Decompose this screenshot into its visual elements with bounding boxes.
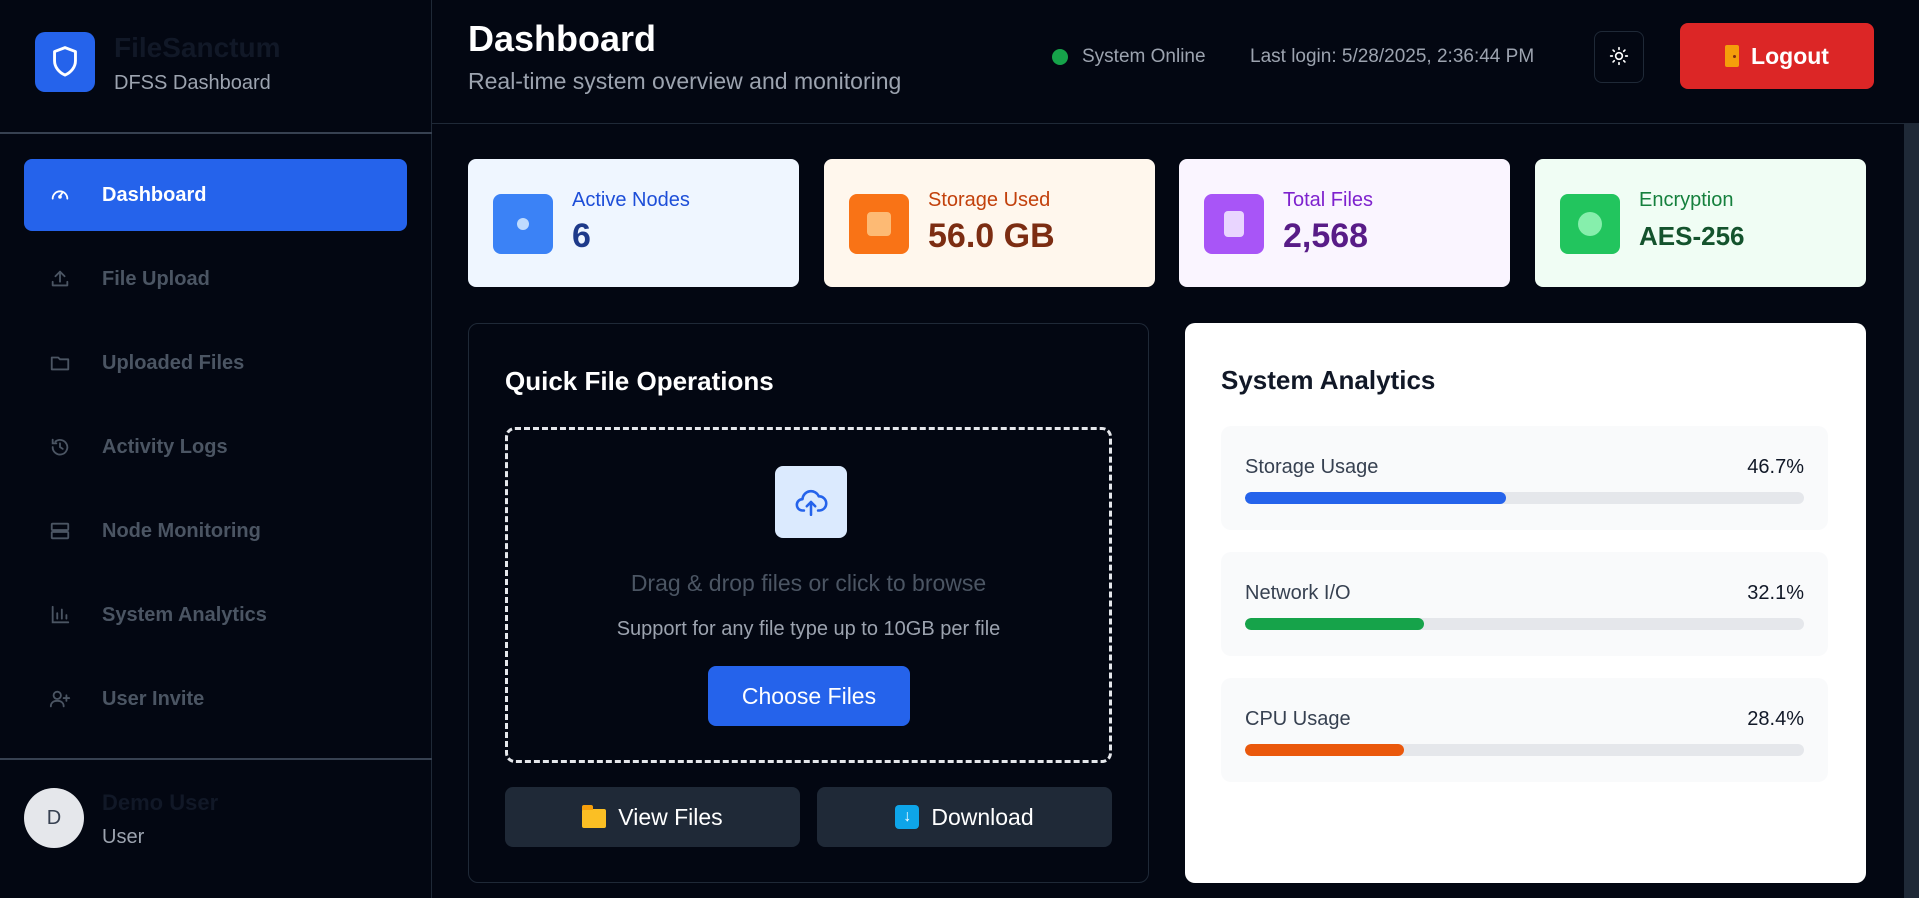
sidebar-nav: Dashboard File Upload Uploaded Files Act…	[24, 159, 407, 747]
download-label: Download	[931, 803, 1034, 830]
header: Dashboard Real-time system overview and …	[432, 0, 1919, 124]
stat-value: 6	[572, 217, 591, 255]
avatar: D	[24, 788, 84, 848]
stat-value: 56.0 GB	[928, 217, 1055, 255]
progress-track	[1245, 492, 1804, 504]
sidebar-item-label: Activity Logs	[102, 435, 228, 458]
file-drop-zone[interactable]: Drag & drop files or click to browse Sup…	[505, 427, 1112, 763]
stat-card-encryption: Encryption AES-256	[1535, 159, 1866, 287]
metric-value: 28.4%	[1747, 708, 1804, 730]
folder-icon	[48, 351, 72, 375]
metric-label: Network I/O	[1245, 582, 1351, 604]
stat-value: 2,568	[1283, 217, 1369, 255]
sidebar-item-dashboard[interactable]: Dashboard	[24, 159, 407, 231]
progress-track	[1245, 744, 1804, 756]
sidebar-item-activity-logs[interactable]: Activity Logs	[24, 411, 407, 483]
metric-cpu-usage: CPU Usage 28.4%	[1221, 678, 1828, 782]
lock-icon	[1560, 194, 1620, 254]
status-indicator: System Online	[1052, 46, 1206, 68]
server-icon	[48, 519, 72, 543]
sidebar-item-user-invite[interactable]: User Invite	[24, 663, 407, 735]
user-plus-icon	[48, 687, 72, 711]
shield-icon	[35, 32, 95, 92]
stat-label: Active Nodes	[572, 189, 690, 211]
system-analytics-panel: System Analytics Storage Usage 46.7% Net…	[1185, 323, 1866, 883]
sidebar-item-system-analytics[interactable]: System Analytics	[24, 579, 407, 651]
quick-file-operations-panel: Quick File Operations Drag & drop files …	[468, 323, 1149, 883]
scrollbar[interactable]	[1904, 124, 1919, 898]
panel-title: System Analytics	[1221, 365, 1436, 395]
stat-card-total-files: Total Files 2,568	[1179, 159, 1510, 287]
cloud-upload-icon	[775, 466, 847, 538]
last-login: Last login: 5/28/2025, 2:36:44 PM	[1250, 46, 1535, 67]
choose-files-button[interactable]: Choose Files	[708, 666, 910, 726]
panel-title: Quick File Operations	[505, 366, 774, 396]
node-icon	[493, 194, 553, 254]
drop-zone-subtext: Support for any file type up to 10GB per…	[616, 618, 1001, 640]
bar-chart-icon	[48, 603, 72, 627]
user-name: Demo User	[102, 790, 219, 815]
sidebar-item-file-upload[interactable]: File Upload	[24, 243, 407, 315]
storage-icon	[849, 194, 909, 254]
metric-label: Storage Usage	[1245, 456, 1379, 478]
logout-label: Logout	[1751, 42, 1829, 69]
user-role: User	[102, 826, 145, 848]
metric-label: CPU Usage	[1245, 708, 1351, 730]
app: FileSanctum DFSS Dashboard Dashboard Fil	[0, 0, 1919, 898]
sidebar-item-label: File Upload	[102, 267, 210, 290]
stat-value: AES-256	[1639, 221, 1745, 251]
stat-card-storage-used: Storage Used 56.0 GB	[824, 159, 1155, 287]
history-icon	[48, 435, 72, 459]
brand-name: FileSanctum	[114, 32, 281, 63]
sidebar-item-node-monitoring[interactable]: Node Monitoring	[24, 495, 407, 567]
sidebar-item-label: System Analytics	[102, 603, 267, 626]
sidebar-item-uploaded-files[interactable]: Uploaded Files	[24, 327, 407, 399]
page-subtitle: Real-time system overview and monitoring	[468, 68, 902, 94]
folder-icon	[582, 804, 607, 828]
door-icon	[1725, 45, 1740, 67]
view-files-button[interactable]: View Files	[505, 787, 800, 847]
progress-fill	[1245, 492, 1507, 504]
progress-fill	[1245, 618, 1425, 630]
logout-button[interactable]: Logout	[1680, 23, 1874, 89]
drop-zone-text: Drag & drop files or click to browse	[630, 570, 987, 596]
status-text: System Online	[1082, 46, 1206, 67]
metric-storage-usage: Storage Usage 46.7%	[1221, 426, 1828, 530]
status-dot-icon	[1052, 49, 1068, 65]
stat-label: Total Files	[1283, 189, 1374, 211]
metric-value: 32.1%	[1747, 582, 1804, 604]
progress-track	[1245, 618, 1804, 630]
upload-icon	[48, 267, 72, 291]
metric-value: 46.7%	[1747, 456, 1804, 478]
sidebar-item-label: Dashboard	[102, 183, 207, 206]
stat-card-active-nodes: Active Nodes 6	[468, 159, 799, 287]
stat-label: Encryption	[1639, 189, 1734, 211]
brand-subtitle: DFSS Dashboard	[114, 72, 271, 94]
sidebar-item-label: Node Monitoring	[102, 519, 261, 542]
view-files-label: View Files	[618, 803, 723, 830]
sun-icon	[1609, 46, 1629, 69]
file-icon	[1204, 194, 1264, 254]
metric-network-io: Network I/O 32.1%	[1221, 552, 1828, 656]
sidebar: FileSanctum DFSS Dashboard Dashboard Fil	[0, 0, 432, 898]
stat-label: Storage Used	[928, 189, 1051, 211]
user-profile[interactable]: D Demo User User	[0, 758, 432, 898]
progress-fill	[1245, 744, 1404, 756]
brand: FileSanctum DFSS Dashboard	[0, 0, 432, 134]
sidebar-item-label: Uploaded Files	[102, 351, 245, 374]
download-button[interactable]: ↓ Download	[817, 787, 1112, 847]
sidebar-item-label: User Invite	[102, 687, 205, 710]
download-icon: ↓	[895, 805, 920, 829]
gauge-icon	[48, 183, 72, 207]
page-title: Dashboard	[468, 18, 657, 59]
theme-toggle-button[interactable]	[1594, 31, 1644, 83]
